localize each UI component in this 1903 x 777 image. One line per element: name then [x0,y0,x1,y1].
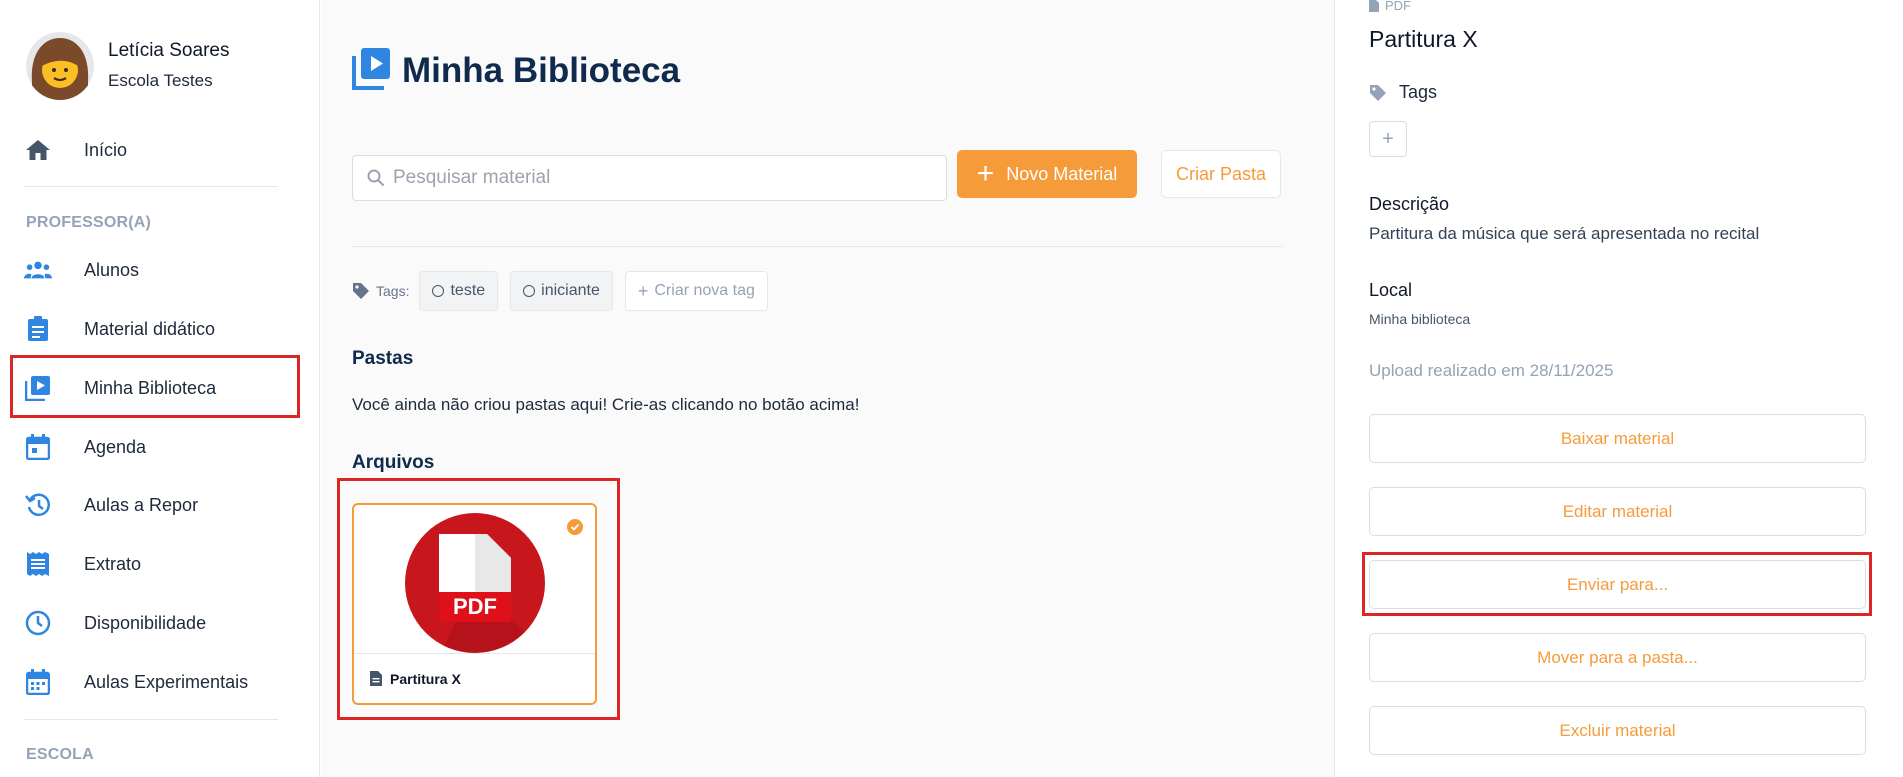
document-icon [1369,0,1379,12]
home-icon [24,136,52,164]
sidebar-item-minha-biblioteca[interactable]: Minha Biblioteca [24,368,284,408]
search-box[interactable] [352,155,947,201]
delete-material-button[interactable]: Excluir material [1369,706,1866,755]
sidebar-item-label: Aulas a Repor [84,494,199,515]
create-tag-button[interactable]: + Criar nova tag [624,271,768,311]
edit-material-button[interactable]: Editar material [1369,487,1866,536]
download-material-button[interactable]: Baixar material [1369,414,1866,463]
tags-filter-row: Tags: teste iniciante + Criar nova tag [352,271,768,311]
page-title-text: Minha Biblioteca [402,50,681,90]
calendar-grid-icon [24,668,52,696]
sidebar-item-label: Aulas Experimentais [84,671,249,692]
file-name: Partitura X [390,670,461,687]
circle-icon [523,285,536,297]
folders-empty-message: Você ainda não criou pastas aqui! Crie-a… [352,395,860,414]
tag-icon [1369,84,1387,102]
sidebar-item-inicio[interactable]: Início [24,130,284,170]
create-tag-label: Criar nova tag [654,282,755,299]
calendar-icon [24,433,52,461]
sidebar-item-label: Agenda [84,436,147,457]
sidebar-item-aulas-experimentais[interactable]: Aulas Experimentais [24,662,284,702]
document-icon [370,671,382,686]
sidebar-item-label: Início [84,139,128,160]
folders-heading: Pastas [352,348,414,369]
library-icon [24,374,52,402]
avatar [26,32,94,100]
section-professor: PROFESSOR(A) [26,214,152,231]
user-school: Escola Testes [108,71,213,90]
details-tags: Tags [1369,82,1437,103]
upload-info: Upload realizado em 28/11/2025 [1369,361,1614,380]
history-icon [24,491,52,519]
user-name: Letícia Soares [108,40,230,61]
plus-icon: + [976,157,995,190]
sidebar-divider [24,186,278,187]
library-icon [352,46,392,95]
new-material-label: Novo Material [1006,163,1118,184]
tag-chip-iniciante[interactable]: iniciante [510,271,613,311]
file-card[interactable]: PDF Partitura X [352,503,597,705]
location-label: Local [1369,280,1413,300]
clipboard-icon [24,315,52,343]
sidebar-item-label: Disponibilidade [84,612,207,633]
create-folder-button[interactable]: Criar Pasta [1161,150,1281,198]
sidebar-item-agenda[interactable]: Agenda [24,427,284,467]
description-label: Descrição [1369,194,1450,214]
location-text: Minha biblioteca [1369,311,1471,327]
sidebar-item-label: Alunos [84,259,140,280]
details-type: PDF [1369,0,1411,13]
send-to-button[interactable]: Enviar para... [1369,560,1866,609]
details-tags-label: Tags [1399,82,1438,102]
page-title: Minha Biblioteca [352,46,680,95]
receipt-icon [24,550,52,578]
circle-icon [432,285,445,297]
sidebar-item-aulas-a-repor[interactable]: Aulas a Repor [24,485,284,525]
sidebar-divider [24,719,278,720]
details-type-label: PDF [1385,0,1411,13]
new-material-button[interactable]: + Novo Material [957,150,1137,198]
sidebar-item-alunos[interactable]: Alunos [24,250,284,290]
sidebar-item-extrato[interactable]: Extrato [24,544,284,584]
move-to-folder-button[interactable]: Mover para a pasta... [1369,633,1866,682]
pdf-badge-text: PDF [453,594,497,619]
main-divider [352,246,1282,247]
tags-label: Tags: [376,283,410,299]
search-input[interactable] [393,167,913,189]
pdf-thumbnail-icon: PDF [404,512,546,659]
description-text: Partitura da música que será apresentada… [1369,224,1760,243]
clock-icon [24,609,52,637]
tag-chip-label: teste [450,282,486,299]
details-title: Partitura X [1369,26,1478,52]
section-escola: ESCOLA [26,746,94,763]
sidebar-item-label: Material didático [84,318,216,339]
sidebar: Letícia Soares Escola Testes Início PROF… [0,0,320,777]
search-icon [367,169,385,187]
add-tag-button[interactable]: + [1369,121,1407,157]
user-profile[interactable]: Letícia Soares Escola Testes [26,32,229,100]
sidebar-item-disponibilidade[interactable]: Disponibilidade [24,603,284,643]
sidebar-item-material-didatico[interactable]: Material didático [24,309,284,349]
sidebar-item-label: Minha Biblioteca [84,377,217,398]
file-card-footer: Partitura X [354,653,595,703]
check-icon [567,519,583,535]
tag-chip-label: iniciante [541,282,600,299]
plus-icon: + [637,280,649,301]
sidebar-item-label: Extrato [84,553,142,574]
files-heading: Arquivos [352,452,435,473]
tag-chip-teste[interactable]: teste [419,271,499,311]
users-icon [24,256,52,284]
tag-icon [352,282,370,300]
